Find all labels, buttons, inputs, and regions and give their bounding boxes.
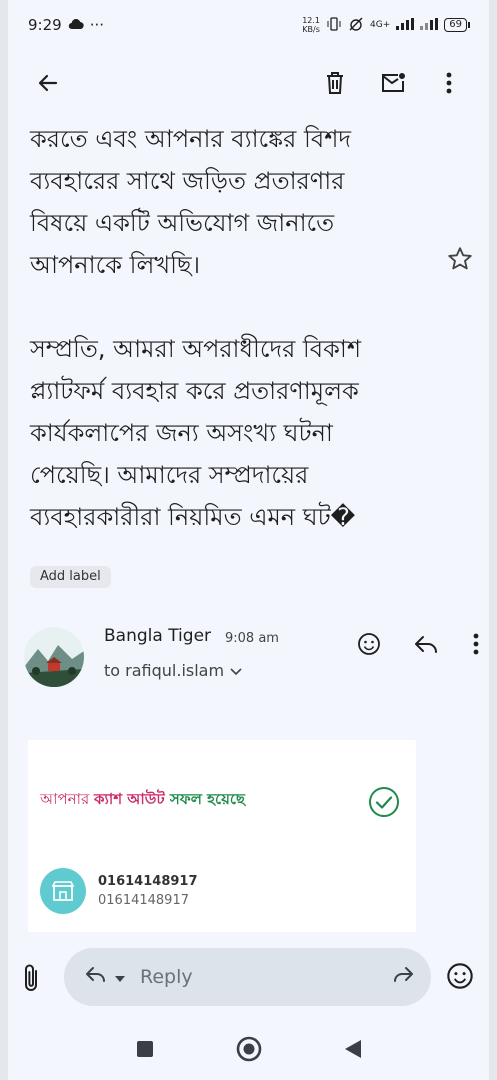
right-frame-edge <box>489 0 497 1080</box>
recipient-toggle[interactable]: to rafiqul.islam <box>104 661 242 680</box>
card-title-part-green: সফল হয়েছে <box>164 790 246 808</box>
signal-2-icon <box>420 17 439 33</box>
status-time: 9:29 <box>28 16 62 34</box>
home-icon[interactable] <box>236 1036 262 1066</box>
check-circle-icon <box>368 786 400 822</box>
reply-label: Reply <box>140 966 193 988</box>
mark-unread-icon[interactable] <box>371 61 415 105</box>
reply-arrow-icon <box>84 966 108 988</box>
body-line: ব্যবহারের সাথে জড়িত প্রতারণার <box>30 167 345 195</box>
message-body: করতে এবং আপনার ব্যাঙ্কের বিশদ ব্যবহারের … <box>30 118 430 538</box>
forward-icon[interactable] <box>391 966 415 988</box>
system-nav-bar <box>8 1022 489 1080</box>
sender-name: Bangla Tiger <box>104 626 212 646</box>
app-bar <box>8 50 489 115</box>
more-notifications-icon: ··· <box>89 16 104 34</box>
body-line: আপনাকে লিখছি। <box>30 251 201 279</box>
card-title-part-bold: ক্যাশ আউট <box>94 790 165 808</box>
avatar[interactable] <box>24 627 84 687</box>
battery-icon: 69 <box>444 18 470 32</box>
net-speed: 12.1 KB/s <box>302 16 320 34</box>
card-title-part: আপনার <box>40 790 95 808</box>
body-paragraph-1: করতে এবং আপনার ব্যাঙ্কের বিশদ ব্যবহারের … <box>30 118 430 286</box>
delete-icon[interactable] <box>313 61 357 105</box>
cloud-icon <box>68 16 84 34</box>
account-sub: 01614148917 <box>98 893 189 908</box>
card-account-row: 01614148917 01614148917 <box>40 868 198 914</box>
reply-options-chevron-icon[interactable] <box>114 968 126 987</box>
back-arrow-icon[interactable] <box>26 61 70 105</box>
attachment-icon[interactable] <box>22 963 42 997</box>
left-frame-edge <box>0 0 8 1080</box>
body-line: করতে এবং আপনার ব্যাঙ্কের বিশদ <box>30 125 352 153</box>
message-more-icon[interactable] <box>473 633 479 659</box>
merchant-icon <box>40 868 86 914</box>
embedded-content-card: আপনার ক্যাশ আউট সফল হয়েছে 01614148917 0… <box>28 740 416 935</box>
body-line: কার্যকলাপের জন্য অসংখ্য ঘটনা <box>30 419 333 447</box>
body-line: প্ল্যাটফর্ম ব্যবহার করে প্রতারণামূলক <box>30 377 359 405</box>
account-number: 01614148917 <box>98 874 198 889</box>
reply-icon[interactable] <box>413 634 439 658</box>
net-speed-value: 12.1 <box>302 16 321 25</box>
body-line: সম্প্রতি, আমরা অপরাধীদের বিকাশ <box>30 335 362 363</box>
body-line: বিষয়ে একটি অভিযোগ জানাতে <box>30 209 335 237</box>
star-icon[interactable] <box>446 245 474 277</box>
chevron-down-icon <box>230 661 242 680</box>
net-speed-unit: KB/s <box>302 25 320 34</box>
reply-input[interactable]: Reply <box>64 948 431 1006</box>
message-actions <box>357 632 479 660</box>
vibrate-icon <box>326 16 342 34</box>
signal-icon <box>396 17 415 33</box>
more-vert-icon[interactable] <box>427 61 471 105</box>
alarm-off-icon <box>348 16 364 35</box>
back-nav-icon[interactable] <box>344 1039 362 1063</box>
card-title: আপনার ক্যাশ আউট সফল হয়েছে <box>40 788 245 813</box>
body-paragraph-2: সম্প্রতি, আমরা অপরাধীদের বিকাশ প্ল্যাটফর… <box>30 328 430 538</box>
emoji-react-icon[interactable] <box>357 632 381 660</box>
add-label-chip[interactable]: Add label <box>30 566 111 588</box>
body-line: ব্যবহারকারীরা নিয়মিত এমন ঘট� <box>30 503 356 531</box>
body-line: পেয়েছি। আমাদের সম্প্রদায়ের <box>30 461 309 489</box>
status-bar: 9:29 ··· 12.1 KB/s 4G+ 69 <box>8 0 489 50</box>
recipient-text: to rafiqul.islam <box>104 661 225 680</box>
message-time: 9:08 am <box>225 631 279 646</box>
emoji-icon[interactable] <box>446 962 474 994</box>
recent-apps-icon[interactable] <box>136 1040 154 1062</box>
network-type: 4G+ <box>370 20 391 30</box>
